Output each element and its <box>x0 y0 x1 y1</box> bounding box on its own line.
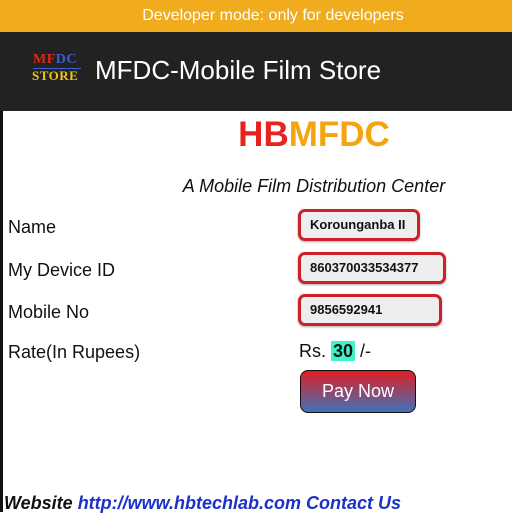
rate-suffix: /- <box>355 341 372 361</box>
content-left-border <box>0 111 3 512</box>
brand-mfdc-text: MFDC <box>288 115 390 154</box>
logo-store-text: STORE <box>32 68 79 83</box>
brand-heading: HBMFDC <box>0 113 512 157</box>
app-title: MFDC-Mobile Film Store <box>95 55 382 85</box>
rate-amount: 30 <box>331 341 356 361</box>
footer: Website http://www.hbtechlab.com Contact… <box>4 491 401 515</box>
contact-us-link[interactable]: Contact Us <box>301 493 401 513</box>
app-bar: MFDC STORE MFDC-Mobile Film Store <box>0 32 512 111</box>
website-label: Website <box>4 493 78 513</box>
mobile-no-label: Mobile No <box>8 302 90 322</box>
brand-hb-text: HB <box>238 115 289 154</box>
device-id-field[interactable]: 860370033534377 <box>298 252 446 284</box>
device-id-label: My Device ID <box>8 260 116 280</box>
website-link[interactable]: http://www.hbtechlab.com <box>78 493 301 513</box>
name-field[interactable]: Korounganba II <box>298 209 420 241</box>
developer-mode-banner: Developer mode: only for developers <box>0 0 512 32</box>
name-label: Name <box>8 217 57 237</box>
rate-prefix: Rs. <box>299 341 332 361</box>
rate-value: Rs. 30 /- <box>299 340 371 362</box>
pay-now-button[interactable]: Pay Now <box>300 370 416 413</box>
mobile-no-field[interactable]: 9856592941 <box>298 294 442 326</box>
mfdc-store-logo: MFDC STORE <box>31 52 82 88</box>
rate-label: Rate(In Rupees) <box>8 342 141 362</box>
logo-dc-text: DC <box>55 52 77 67</box>
tagline: A Mobile Film Distribution Center <box>182 176 446 196</box>
logo-mf-text: MF <box>33 52 56 67</box>
logo-line-1: MFDC <box>33 52 77 68</box>
